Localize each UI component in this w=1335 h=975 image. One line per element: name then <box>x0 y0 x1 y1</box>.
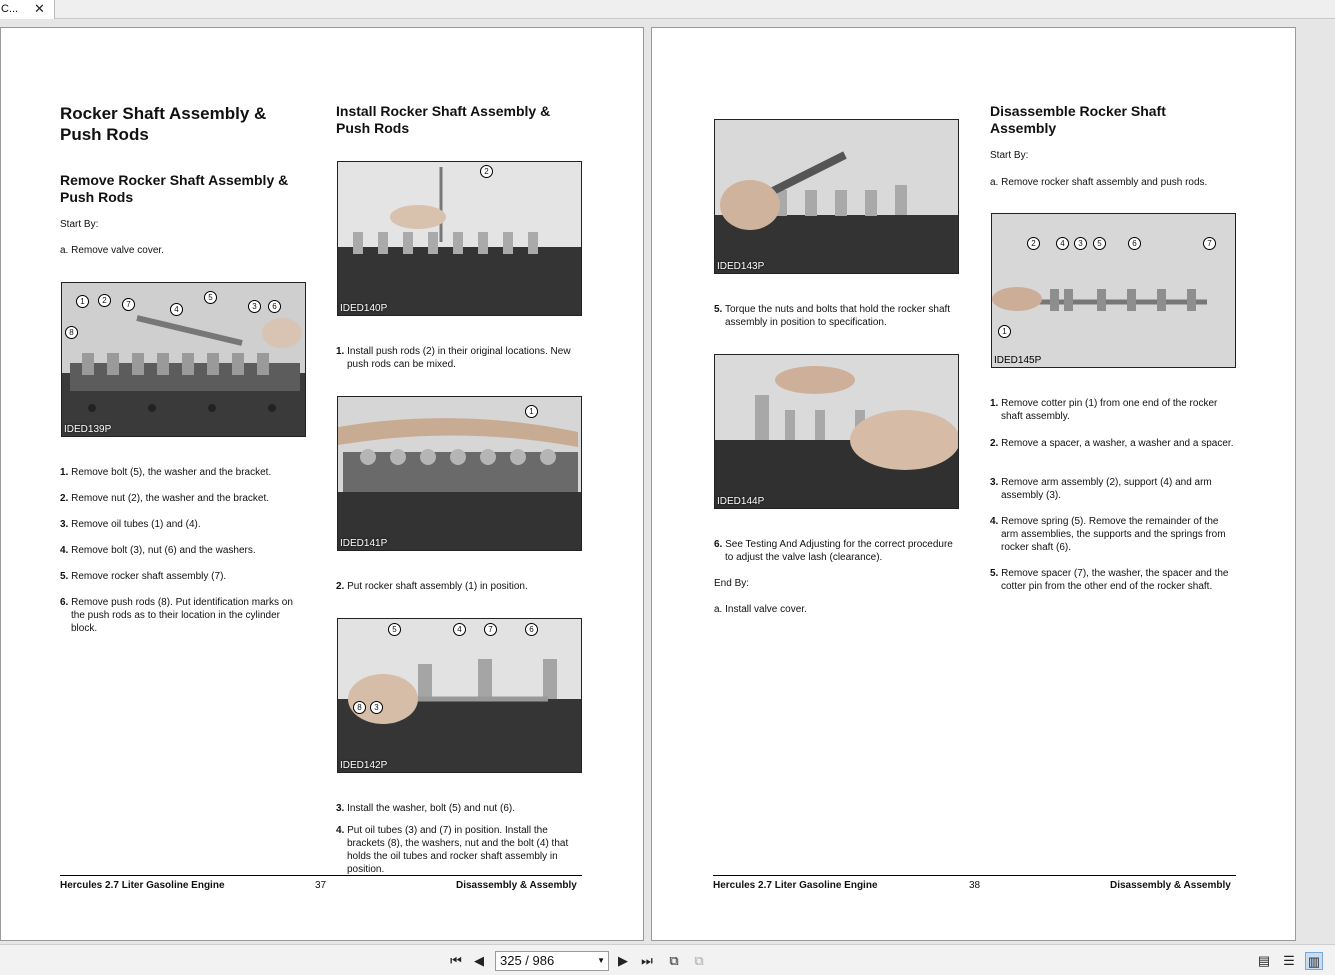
document-viewport[interactable]: Rocker Shaft Assembly & Push Rods Remove… <box>0 19 1335 944</box>
step-item: 5. Remove spacer (7), the washer, the sp… <box>990 568 1229 592</box>
callout: 2 <box>480 165 493 178</box>
step-item: 2. Put rocker shaft assembly (1) in posi… <box>336 581 528 592</box>
callout: 7 <box>484 623 497 636</box>
callout: 4 <box>453 623 466 636</box>
callout: 1 <box>998 325 1011 338</box>
engine-photo <box>715 355 958 508</box>
navigation-toolbar: ⏮ ◀ 325 / 986 ▼ ▶ ⏭ ⧉ ⧉ ▤ ☰ ▥ <box>0 944 1335 975</box>
start-by-label: Start By: <box>60 219 99 230</box>
figure-ided141p: 1 IDED141P <box>337 396 582 551</box>
callout: 3 <box>248 300 261 313</box>
step-item: 5. Torque the nuts and bolts that hold t… <box>714 304 951 328</box>
figure-ided140p: 2 IDED140P <box>337 161 582 316</box>
callout: 3 <box>370 701 383 714</box>
callout: 5 <box>204 291 217 304</box>
footer-section: Disassembly & Assembly <box>456 880 577 891</box>
prev-page-icon[interactable]: ◀ <box>470 952 488 970</box>
step-item: 3. Remove arm assembly (2), support (4) … <box>990 477 1212 501</box>
tab-bar: C... ✕ <box>0 0 1335 19</box>
callout: 2 <box>1027 237 1040 250</box>
callout: 7 <box>122 298 135 311</box>
callout: 3 <box>1074 237 1087 250</box>
chevron-down-icon[interactable]: ▼ <box>597 952 605 970</box>
callout: 4 <box>1056 237 1069 250</box>
two-page-icon[interactable]: ▥ <box>1305 952 1323 970</box>
prereq-text: a. Remove rocker shaft assembly and push… <box>990 177 1208 188</box>
rocker-shaft-photo <box>992 214 1235 367</box>
footer-section: Disassembly & Assembly <box>1110 880 1231 891</box>
engine-photo <box>338 619 581 772</box>
start-by-label: Start By: <box>990 150 1029 161</box>
callout: 1 <box>76 295 89 308</box>
single-page-icon[interactable]: ▤ <box>1255 952 1273 970</box>
figure-ided139p: 1 2 7 4 5 3 6 8 IDED139P <box>61 282 306 437</box>
figure-ided144p: IDED144P <box>714 354 959 509</box>
page-number-input[interactable]: 325 / 986 ▼ <box>495 951 609 971</box>
figure-id: IDED142P <box>340 760 388 771</box>
step-item: 3. Install the washer, bolt (5) and nut … <box>336 803 515 814</box>
figure-id: IDED144P <box>717 496 765 507</box>
step-item: 4. Remove bolt (3), nut (6) and the wash… <box>60 545 256 556</box>
post-text: a. Install valve cover. <box>714 604 807 615</box>
step-item: 5. Remove rocker shaft assembly (7). <box>60 571 227 582</box>
step-item: 2. Remove nut (2), the washer and the br… <box>60 493 270 504</box>
last-page-icon[interactable]: ⏭ <box>638 952 656 970</box>
callout: 4 <box>170 303 183 316</box>
figure-ided145p: 2 4 3 5 6 7 1 IDED145P <box>991 213 1236 368</box>
callout: 6 <box>1128 237 1141 250</box>
figure-id: IDED139P <box>64 424 112 435</box>
engine-photo <box>338 397 581 550</box>
callout: 6 <box>268 300 281 313</box>
prereq-text: a. Remove valve cover. <box>60 245 164 256</box>
footer-title: Hercules 2.7 Liter Gasoline Engine <box>713 880 878 891</box>
continuous-icon[interactable]: ☰ <box>1280 952 1298 970</box>
figure-id: IDED140P <box>340 303 388 314</box>
step-item: 1. Install push rods (2) in their origin… <box>336 346 571 370</box>
page-38: IDED143P 5. Torque the nuts and bolts th… <box>651 27 1296 941</box>
figure-id: IDED145P <box>994 355 1042 366</box>
figure-ided142p: 5 4 7 6 8 3 IDED142P <box>337 618 582 773</box>
page-37: Rocker Shaft Assembly & Push Rods Remove… <box>0 27 644 941</box>
figure-ided143p: IDED143P <box>714 119 959 274</box>
end-by-label: End By: <box>714 578 750 589</box>
section-subtitle: Remove Rocker Shaft Assembly & Push Rods <box>60 172 289 205</box>
page-number: 38 <box>969 880 981 891</box>
engine-photo <box>338 162 581 315</box>
document-tab[interactable]: C... ✕ <box>0 0 55 19</box>
rotate-icon[interactable]: ⧉ <box>665 952 683 970</box>
page-number: 37 <box>315 880 327 891</box>
step-item: 6. See Testing And Adjusting for the cor… <box>714 539 953 563</box>
step-item: 4. Remove spring (5). Remove the remaind… <box>990 516 1226 553</box>
step-item: 2. Remove a spacer, a washer, a washer a… <box>990 438 1234 449</box>
step-item: 3. Remove oil tubes (1) and (4). <box>60 519 201 530</box>
copy-icon[interactable]: ⧉ <box>690 952 708 970</box>
callout: 5 <box>1093 237 1106 250</box>
figure-id: IDED143P <box>717 261 765 272</box>
first-page-icon[interactable]: ⏮ <box>447 952 465 970</box>
figure-id: IDED141P <box>340 538 388 549</box>
section-title: Install Rocker Shaft Assembly & Push Rod… <box>336 103 551 136</box>
callout: 8 <box>65 326 78 339</box>
section-title: Rocker Shaft Assembly & Push Rods <box>60 104 267 144</box>
callout: 6 <box>525 623 538 636</box>
callout: 2 <box>98 294 111 307</box>
page-indicator: 325 / 986 <box>500 953 555 968</box>
footer-rule <box>713 875 1236 876</box>
engine-photo <box>715 120 958 273</box>
callout: 7 <box>1203 237 1216 250</box>
footer-title: Hercules 2.7 Liter Gasoline Engine <box>60 880 225 891</box>
step-item: 4. Put oil tubes (3) and (7) in position… <box>336 825 569 875</box>
close-icon[interactable]: ✕ <box>34 0 45 18</box>
step-item: 1. Remove cotter pin (1) from one end of… <box>990 398 1218 422</box>
callout: 8 <box>353 701 366 714</box>
step-item: 6. Remove push rods (8). Put identificat… <box>60 597 293 634</box>
next-page-icon[interactable]: ▶ <box>614 952 632 970</box>
callout: 5 <box>388 623 401 636</box>
footer-rule <box>60 875 582 876</box>
tab-title: C... <box>1 3 19 15</box>
callout: 1 <box>525 405 538 418</box>
section-title: Disassemble Rocker Shaft Assembly <box>990 103 1166 136</box>
step-item: 1. Remove bolt (5), the washer and the b… <box>60 467 272 478</box>
